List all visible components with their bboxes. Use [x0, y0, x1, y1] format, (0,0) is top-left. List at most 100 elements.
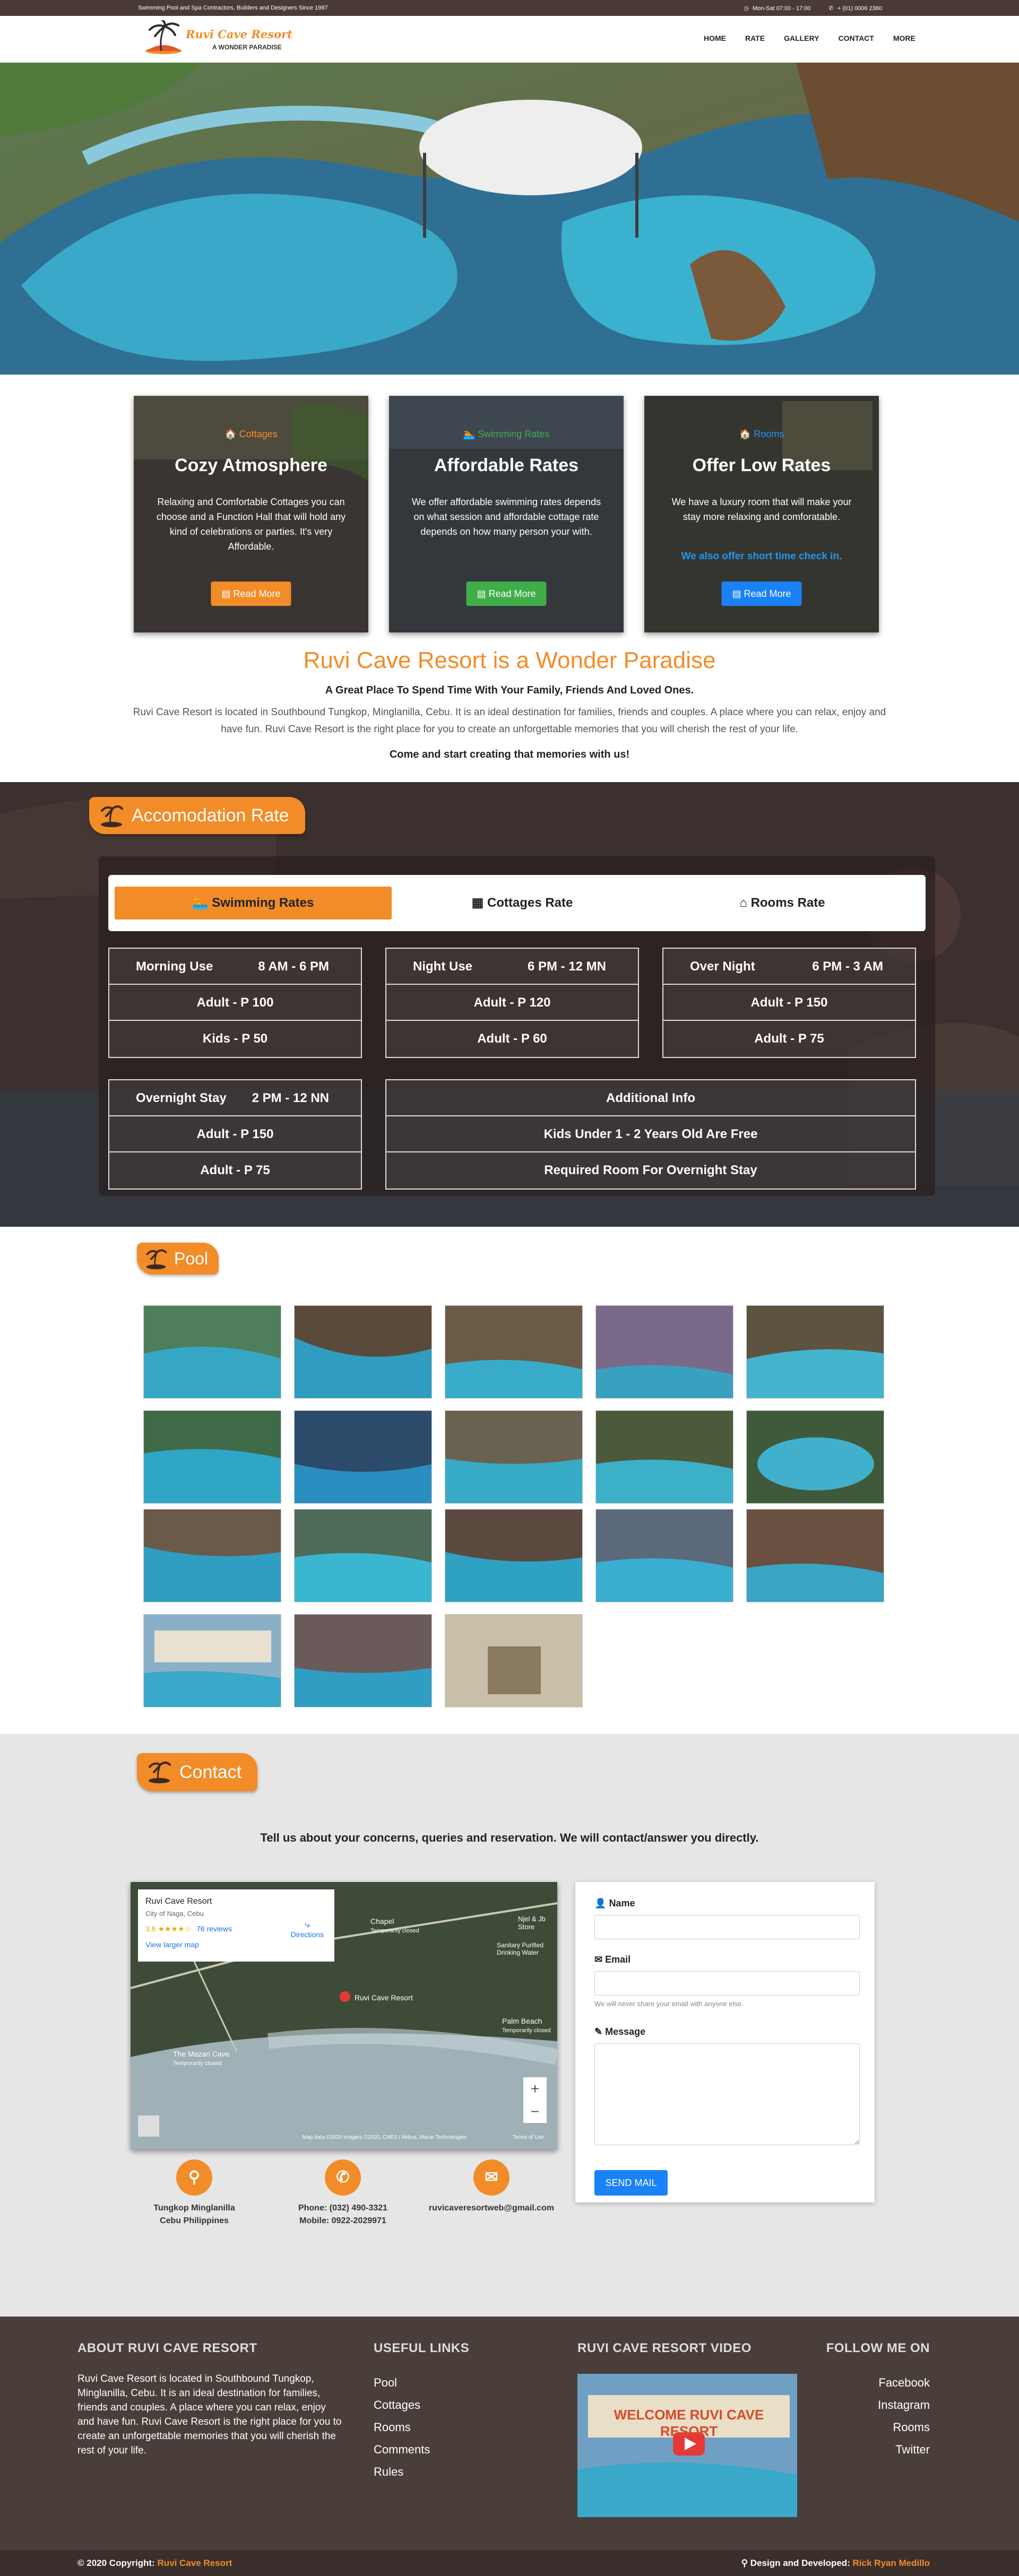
user-icon: ⚲	[741, 2558, 748, 2568]
nav-rate[interactable]: RATE	[745, 34, 765, 42]
footer-links: Pool Cottages Rooms Comments Rules	[374, 2372, 430, 2483]
gallery-thumbnail[interactable]	[143, 1410, 281, 1504]
nav-contact[interactable]: CONTACT	[838, 34, 874, 42]
footer-link-rooms[interactable]: Rooms	[374, 2416, 430, 2439]
read-more-button[interactable]: ▤ Read More	[721, 582, 802, 606]
directions-icon: ⤷	[304, 1919, 310, 1930]
nav-home[interactable]: HOME	[704, 34, 726, 42]
nav-more[interactable]: MORE	[893, 34, 916, 42]
gallery-thumbnail[interactable]	[595, 1509, 733, 1602]
send-mail-button[interactable]: SEND MAIL	[594, 2170, 668, 2196]
card-cottages: 🏠 Cottages Cozy Atmosphere Relaxing and …	[134, 396, 368, 632]
address-line: Cebu Philippines	[160, 2216, 229, 2225]
island-icon	[146, 1249, 167, 1270]
zoom-out-button[interactable]: −	[523, 2100, 547, 2123]
map-place-address: City of Naga, Cebu	[145, 1910, 204, 1918]
card-text: We have a luxury room that will make you…	[671, 497, 852, 522]
gallery-thumbnail[interactable]	[294, 1509, 432, 1602]
location-pin-icon: ⚲	[176, 2159, 212, 2196]
location-map[interactable]: Ruvi Cave Resort Chapel Temporarily close…	[131, 1882, 557, 2149]
rate-row: Adult - P 100	[109, 985, 361, 1021]
map-poi: The Mazari Cave Temporarily closed	[173, 2050, 230, 2067]
footer-link-cottages[interactable]: Cottages	[374, 2394, 430, 2416]
gallery-thumbnail[interactable]	[143, 1614, 281, 1707]
map-rating: 3.6 ★★★★☆ 76 reviews	[145, 1924, 232, 1933]
rate-box-morning-use: Morning Use 8 AM - 6 PM Adult - P 100 Kid…	[108, 948, 362, 1058]
map-terms-link[interactable]: Terms of Use	[513, 2135, 544, 2140]
contact-label-text: Contact	[179, 1762, 242, 1782]
footer-link-pool[interactable]: Pool	[374, 2372, 430, 2394]
social-rooms[interactable]: Rooms	[878, 2416, 930, 2439]
credit-link[interactable]: Rick Ryan Medillo	[853, 2558, 930, 2568]
map-place-card: Ruvi Cave Resort City of Naga, Cebu 3.6 …	[138, 1889, 334, 1962]
pool-aerial-photo	[0, 63, 1019, 375]
gallery-thumbnail[interactable]	[445, 1410, 583, 1504]
footer-links-heading: USEFUL LINKS	[374, 2341, 470, 2355]
video-thumbnail	[577, 2374, 797, 2517]
card-category-text: Rooms	[754, 429, 784, 439]
view-larger-map-link[interactable]: View larger map	[145, 1940, 199, 1949]
gallery-thumbnail[interactable]	[294, 1614, 432, 1707]
map-reviews-link[interactable]: 76 reviews	[196, 1924, 232, 1933]
resort-video-player[interactable]: WELCOME RUVI CAVE RESORT	[577, 2374, 797, 2517]
gallery-thumbnail[interactable]	[595, 1410, 733, 1504]
read-more-button[interactable]: ▤ Read More	[211, 582, 291, 606]
message-field[interactable]	[594, 2043, 860, 2145]
tab-cottages-rate[interactable]: ▦ Cottages Rate	[405, 887, 639, 920]
tab-swimming-rates[interactable]: 🏊 Swimming Rates	[115, 887, 392, 920]
site-logo[interactable]: Ruvi Cave Resort A WONDER PARADISE	[143, 19, 313, 57]
card-text: Relaxing and Comfortable Cottages you ca…	[156, 497, 346, 552]
pencil-icon: ✎	[594, 2026, 603, 2037]
document-icon: ▤	[732, 588, 741, 599]
gallery-thumbnail[interactable]	[143, 1509, 281, 1602]
rate-title: Over Night	[690, 959, 755, 974]
directions-link[interactable]: ⤷ Directions	[291, 1919, 324, 1939]
gallery-thumbnail[interactable]	[294, 1410, 432, 1504]
social-facebook[interactable]: Facebook	[878, 2372, 930, 2394]
document-icon: ▤	[221, 588, 231, 599]
hero-image	[0, 63, 1019, 375]
gallery-thumbnail[interactable]	[445, 1509, 583, 1602]
welcome-heading: Ruvi Cave Resort is a Wonder Paradise	[303, 647, 716, 673]
welcome-cta: Come and start creating that memories wi…	[389, 749, 630, 760]
social-instagram[interactable]: Instagram	[878, 2394, 930, 2416]
gallery-thumbnail[interactable]	[143, 1305, 281, 1399]
phone-icon: ✆	[828, 5, 834, 12]
message-label: ✎ Message	[594, 2026, 646, 2037]
map-poi: Njel & Jb Store	[518, 1915, 546, 1931]
gallery-thumbnail[interactable]	[746, 1305, 884, 1399]
credit: ⚲ Design and Developed: Rick Ryan Medill…	[741, 2558, 930, 2568]
name-field[interactable]	[594, 1915, 860, 1939]
gallery-thumbnail[interactable]	[445, 1614, 583, 1707]
gallery-thumbnail[interactable]	[294, 1305, 432, 1399]
read-more-button[interactable]: ▤ Read More	[466, 582, 547, 606]
gallery-thumbnail[interactable]	[746, 1509, 884, 1602]
gallery-thumbnail[interactable]	[445, 1305, 583, 1399]
copyright-link[interactable]: Ruvi Cave Resort	[157, 2558, 232, 2568]
email-field[interactable]	[594, 1971, 860, 1996]
button-label: Read More	[233, 588, 281, 599]
gallery-thumbnail[interactable]	[746, 1410, 884, 1504]
rate-row: Adult - P 120	[386, 985, 638, 1021]
welcome-paragraph: Ruvi Cave Resort is located in Southboun…	[133, 707, 886, 735]
envelope-icon: ✉	[473, 2159, 510, 2196]
email-label: ✉ Email	[594, 1954, 631, 1965]
tab-rooms-rate[interactable]: ⌂ Rooms Rate	[666, 887, 899, 920]
footer-link-comments[interactable]: Comments	[374, 2439, 430, 2461]
additional-info-row: Required Room For Overnight Stay	[544, 1163, 757, 1177]
tab-label: Rooms Rate	[750, 896, 825, 910]
gallery-thumbnail[interactable]	[595, 1305, 733, 1399]
card-category: 🏊 Swimming Rates	[463, 429, 550, 439]
contact-label: Contact	[137, 1753, 258, 1791]
card-text: We offer affordable swimming rates depen…	[411, 497, 601, 537]
feature-cards: 🏠 Cottages Cozy Atmosphere Relaxing and …	[134, 396, 879, 632]
nav-gallery[interactable]: GALLERY	[784, 34, 819, 42]
rate-panel: 🏊 Swimming Rates ▦ Cottages Rate ⌂ Rooms…	[99, 856, 935, 1196]
additional-info-box: Additional Info Kids Under 1 - 2 Years O…	[385, 1079, 916, 1190]
email-info: ✉ ruvicaveresortweb@gmail.com	[412, 2159, 571, 2215]
email-address[interactable]: ruvicaveresortweb@gmail.com	[412, 2202, 571, 2215]
zoom-in-button[interactable]: +	[523, 2077, 547, 2100]
social-twitter[interactable]: Twitter	[878, 2439, 930, 2461]
user-icon: 👤	[594, 1898, 607, 1909]
footer-link-rules[interactable]: Rules	[374, 2461, 430, 2483]
